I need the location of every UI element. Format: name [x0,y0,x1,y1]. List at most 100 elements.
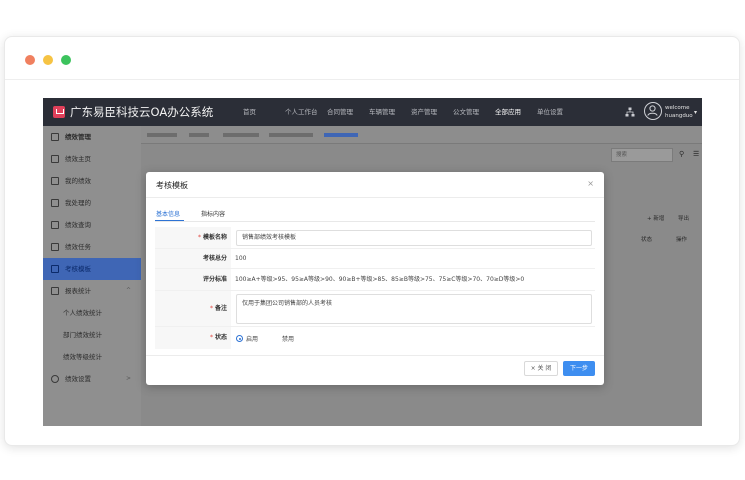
field-label: * 状态 [155,327,231,349]
status-label: 状态 [214,334,227,341]
nav-item-unit-settings[interactable]: 单位设置 [537,98,579,126]
window-maximize-dot[interactable] [61,55,71,65]
page-tab-active[interactable] [324,133,358,137]
status-option-enabled[interactable]: 启用 [246,334,258,343]
sidebar-item-label: 绩效查询 [65,221,91,229]
template-name-input[interactable]: 销售部绩效考核模板 [236,230,592,246]
window-minimize-dot[interactable] [43,55,53,65]
sidebar-item-label: 绩效任务 [65,243,91,251]
next-step-button[interactable]: 下一步 [563,361,595,376]
tab-indicator-content[interactable]: 指标内容 [201,209,225,218]
sidebar-item-label: 绩效等级统计 [63,353,102,361]
sidebar-item-dept-stats[interactable]: 部门绩效统计 [43,324,141,346]
user-icon [647,105,658,116]
browser-window: 广东易臣科技云OA办公系统 首页 个人工作台 合同管理 车辆管理 资产管理 公文… [4,36,740,446]
sidebar-item-query[interactable]: 绩效查询 [43,214,141,236]
total-score-value: 100 [235,255,247,262]
active-marker [135,263,141,275]
field-label: 考核总分 [155,249,231,268]
page-tab[interactable] [189,133,209,137]
nav-item-document[interactable]: 公文管理 [453,98,495,126]
home-icon [51,155,59,163]
sidebar: 绩效管理 绩效主页 我的绩效 我处理的 绩效查询 绩效任务 考核模板 报表统计 … [43,126,141,426]
nav-item-workbench[interactable]: 个人工作台 [285,98,327,126]
sidebar-item-my-performance[interactable]: 我的绩效 [43,170,141,192]
chevron-down-icon[interactable]: ▾ [694,109,697,116]
required-mark: * [197,234,201,241]
form-row-total: 考核总分 100 [155,249,595,269]
search-input[interactable]: 搜索 [611,148,673,162]
user-greeting: welcome [665,105,690,111]
app-title: 广东易臣科技云OA办公系统 [70,105,214,119]
sidebar-header[interactable]: 绩效管理 [43,126,141,148]
top-nav: 首页 个人工作台 合同管理 车辆管理 资产管理 公文管理 全部应用 单位设置 [243,98,579,126]
sidebar-item-label: 个人绩效统计 [63,309,102,317]
sidebar-item-label: 我处理的 [65,199,91,207]
column-header-action: 操作 [676,237,688,243]
sidebar-item-label: 考核模板 [65,265,91,273]
nav-item-vehicle[interactable]: 车辆管理 [369,98,411,126]
criteria-label: 评分标准 [202,276,227,283]
sidebar-item-home[interactable]: 绩效主页 [43,148,141,170]
total-score-label: 考核总分 [202,255,227,262]
page-tab[interactable] [223,133,259,137]
form-row-criteria: 评分标准 100≥A+等级>95、95≥A等级>90、90≥B+等级>85、85… [155,269,595,291]
logo-icon [53,106,65,118]
sidebar-item-label: 报表统计 [65,287,91,295]
sidebar-item-reports[interactable]: 报表统计 ^ [43,280,141,302]
status-option-disabled[interactable]: 禁用 [282,334,294,343]
criteria-value: 100≥A+等级>95、95≥A等级>90、90≥B+等级>85、85≥B等级>… [235,276,525,283]
modal-header: 考核模板 × [146,172,604,198]
status-radio-disabled[interactable] [272,335,280,342]
report-icon [51,287,59,295]
remark-label: 备注 [214,305,227,312]
org-chart-icon[interactable] [625,107,635,117]
template-icon [51,265,59,273]
sidebar-item-settings[interactable]: 绩效设置 > [43,368,141,390]
nav-item-contract[interactable]: 合同管理 [327,98,369,126]
page-tab[interactable] [269,133,313,137]
status-radio-group: 启用 禁用 [236,334,294,343]
nav-item-all-apps[interactable]: 全部应用 [495,98,537,126]
sidebar-item-label: 我的绩效 [65,177,91,185]
chevron-right-icon: > [125,375,131,382]
export-button[interactable]: 导出 [678,214,689,222]
status-radio-enabled[interactable] [236,335,243,342]
nav-item-asset[interactable]: 资产管理 [411,98,453,126]
sidebar-item-label: 部门绩效统计 [63,331,102,339]
user-info[interactable]: welcome huangduo [665,104,693,120]
form-row-remark: * 备注 仅用于集团公司销售部的人员考核 [155,291,595,327]
sidebar-item-label: 绩效设置 [65,375,91,383]
list-icon [51,243,59,251]
modal-footer-divider [146,355,604,356]
avatar[interactable] [644,102,662,120]
modal-title: 考核模板 [156,181,188,190]
top-bar: 广东易臣科技云OA办公系统 首页 个人工作台 合同管理 车辆管理 资产管理 公文… [43,98,702,126]
sidebar-item-personal-stats[interactable]: 个人绩效统计 [43,302,141,324]
field-label: * 备注 [155,291,231,326]
tab-basic-info[interactable]: 基本信息 [156,209,180,218]
home-icon [51,133,59,141]
filter-icon[interactable]: ☰ [693,150,699,158]
sidebar-item-label: 绩效主页 [65,155,91,163]
remark-textarea[interactable]: 仅用于集团公司销售部的人员考核 [236,294,592,324]
sidebar-item-grade-stats[interactable]: 绩效等级统计 [43,346,141,368]
close-button[interactable]: × 关 闭 [524,361,558,376]
window-close-dot[interactable] [25,55,35,65]
gear-icon [51,375,59,383]
sidebar-item-handled[interactable]: 我处理的 [43,192,141,214]
oa-app: 广东易臣科技云OA办公系统 首页 个人工作台 合同管理 车辆管理 资产管理 公文… [43,98,702,426]
search-icon[interactable]: ⚲ [679,150,684,158]
required-mark: * [209,334,213,341]
user-name: huangduo [665,113,693,119]
nav-item-home[interactable]: 首页 [243,98,285,126]
template-name-label: 模板名称 [202,234,227,241]
close-icon[interactable]: × [587,179,594,188]
add-button[interactable]: + 新增 [647,214,664,222]
sidebar-item-template[interactable]: 考核模板 [43,258,141,280]
content-tab-strip [141,126,702,144]
sidebar-item-tasks[interactable]: 绩效任务 [43,236,141,258]
task-icon [51,199,59,207]
field-label: 评分标准 [155,269,231,290]
page-tab[interactable] [147,133,177,137]
